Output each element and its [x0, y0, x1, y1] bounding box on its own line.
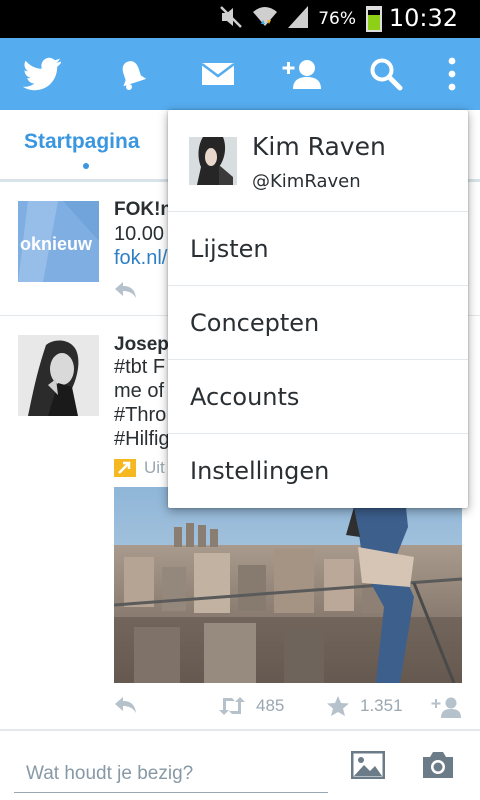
overflow-menu: Kim Raven @KimRaven Lijsten Concepten Ac… — [168, 110, 468, 508]
tweet-text-line: 10.00 — [114, 223, 165, 245]
expand-arrow-icon — [114, 459, 136, 477]
tweet-text-line: #Thro — [114, 404, 167, 426]
profile-name: Kim Raven — [252, 132, 386, 161]
avatar[interactable] — [18, 335, 99, 416]
status-icons: 76% — [218, 5, 382, 33]
reply-icon — [115, 697, 136, 713]
camera-button[interactable] — [418, 747, 458, 783]
battery-icon — [366, 6, 382, 32]
camera-icon — [423, 752, 453, 778]
menu-profile[interactable]: Kim Raven @KimRaven — [168, 110, 468, 212]
avatar[interactable]: oknieuw — [18, 201, 99, 282]
image-icon — [351, 751, 385, 779]
tab-home[interactable]: Startpagina — [24, 130, 140, 154]
reply-button[interactable] — [114, 696, 138, 714]
add-user-icon[interactable] — [268, 38, 332, 110]
add-user-icon — [431, 697, 461, 718]
active-tab-indicator — [83, 163, 89, 169]
reply-icon — [115, 282, 136, 298]
signal-icon — [286, 4, 310, 35]
tweet-link[interactable]: fok.nl/ — [114, 247, 167, 270]
envelope-icon[interactable] — [186, 38, 250, 110]
favorite-count: 1.351 — [360, 696, 403, 715]
tweet-text-line: #tbt F — [114, 356, 166, 378]
wifi-icon — [252, 4, 278, 35]
clock: 10:32 — [388, 4, 458, 32]
avatar — [189, 137, 237, 185]
tweet-author[interactable]: Josep — [114, 334, 169, 356]
tweet-text-line: me of — [114, 380, 165, 402]
bell-icon[interactable] — [100, 38, 164, 110]
media-expand-link[interactable]: Uit — [114, 458, 165, 478]
menu-item-drafts[interactable]: Concepten — [168, 286, 468, 360]
battery-percent: 76% — [318, 9, 356, 29]
search-icon[interactable] — [354, 38, 418, 110]
media-label: Uit — [144, 458, 165, 477]
twitter-bird-icon[interactable] — [10, 38, 74, 110]
compose-bar — [0, 730, 480, 800]
profile-handle: @KimRaven — [252, 171, 361, 192]
avatar-text: oknieuw — [20, 234, 93, 254]
overflow-menu-icon[interactable] — [420, 38, 480, 110]
menu-item-accounts[interactable]: Accounts — [168, 360, 468, 434]
reply-button[interactable] — [114, 281, 138, 299]
status-bar: 76% 10:32 — [0, 0, 480, 38]
retweet-icon — [219, 697, 245, 715]
action-bar — [0, 38, 480, 110]
mute-icon — [218, 4, 244, 35]
favorite-button[interactable]: 1.351 — [326, 695, 403, 717]
retweet-button[interactable]: 485 — [218, 696, 284, 716]
tweet-text-line: #Hilfig — [114, 428, 170, 450]
tweet-media-photo[interactable] — [114, 487, 462, 683]
star-icon — [327, 696, 349, 716]
tweet-author[interactable]: FOK!n — [114, 199, 172, 221]
menu-item-settings[interactable]: Instellingen — [168, 434, 468, 508]
menu-item-lists[interactable]: Lijsten — [168, 212, 468, 286]
compose-input[interactable] — [14, 751, 328, 793]
add-photo-button[interactable] — [348, 747, 388, 783]
follow-button[interactable] — [430, 696, 462, 718]
retweet-count: 485 — [256, 696, 285, 715]
